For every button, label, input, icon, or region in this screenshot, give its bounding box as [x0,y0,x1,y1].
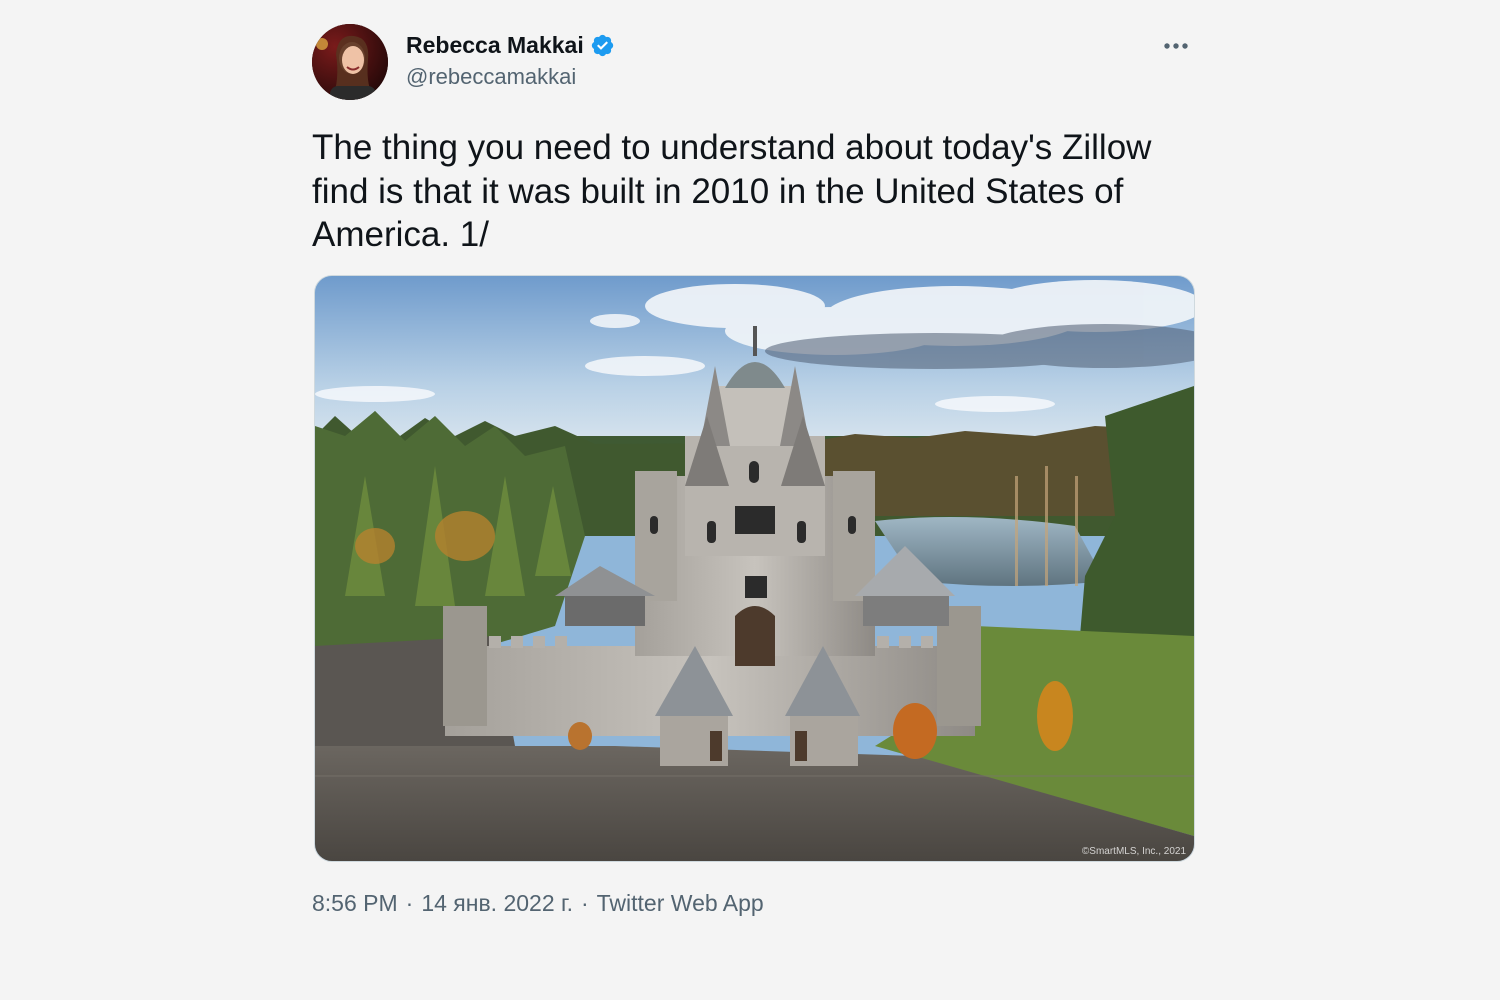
author-name[interactable]: Rebecca Makkai [406,32,584,59]
tweet-header: Rebecca Makkai @rebeccamakkai [312,24,1194,100]
author-handle[interactable]: @rebeccamakkai [406,64,576,90]
author-name-row: Rebecca Makkai [406,32,615,59]
meta-separator: · [405,890,414,916]
more-horizontal-icon[interactable] [1162,32,1190,60]
tweet-photo[interactable]: ©SmartMLS, Inc., 2021 [314,275,1195,862]
verified-badge-icon [590,33,615,58]
tweet-text: The thing you need to understand about t… [312,128,1152,254]
tweet-meta: 8:56 PM · 14 янв. 2022 г. · Twitter Web … [312,890,764,917]
tweet-card: Rebecca Makkai @rebeccamakkai The thing … [312,24,1195,916]
photo-credit: ©SmartMLS, Inc., 2021 [1081,846,1186,857]
avatar[interactable] [312,24,388,100]
meta-separator-2: · [580,890,589,916]
tweet-date[interactable]: 14 янв. 2022 г. [421,890,573,917]
tweet-source[interactable]: Twitter Web App [597,890,764,917]
tweet-time[interactable]: 8:56 PM [312,890,398,917]
